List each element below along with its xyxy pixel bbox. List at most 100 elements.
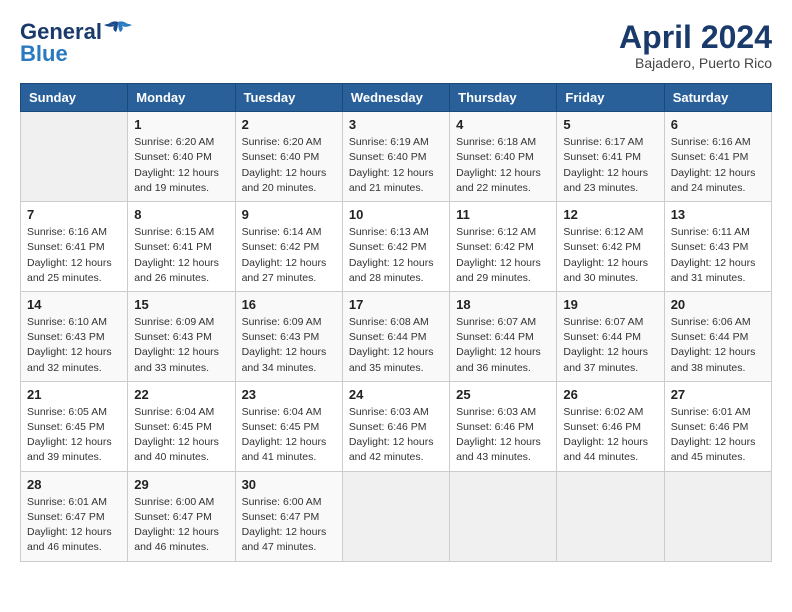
calendar-cell: 4 Sunrise: 6:18 AM Sunset: 6:40 PM Daylig… xyxy=(450,112,557,202)
day-info: Sunrise: 6:04 AM Sunset: 6:45 PM Dayligh… xyxy=(242,405,336,466)
day-number: 8 xyxy=(134,207,228,222)
day-info: Sunrise: 6:16 AM Sunset: 6:41 PM Dayligh… xyxy=(27,225,121,286)
day-number: 22 xyxy=(134,387,228,402)
calendar-table: SundayMondayTuesdayWednesdayThursdayFrid… xyxy=(20,83,772,561)
week-row-4: 21 Sunrise: 6:05 AM Sunset: 6:45 PM Dayli… xyxy=(21,381,772,471)
day-number: 29 xyxy=(134,477,228,492)
calendar-title: April 2024 xyxy=(619,20,772,55)
day-number: 5 xyxy=(563,117,657,132)
day-number: 25 xyxy=(456,387,550,402)
calendar-cell: 19Sunrise: 6:07 AM Sunset: 6:44 PM Dayli… xyxy=(557,291,664,381)
calendar-cell: 1Sunrise: 6:20 AM Sunset: 6:40 PM Daylig… xyxy=(128,112,235,202)
day-number: 23 xyxy=(242,387,336,402)
week-row-5: 28 Sunrise: 6:01 AM Sunset: 6:47 PM Dayli… xyxy=(21,471,772,561)
day-number: 4 xyxy=(456,117,550,132)
day-header-monday: Monday xyxy=(128,84,235,112)
day-number: 7 xyxy=(27,207,121,222)
day-info: Sunrise: 6:06 AM Sunset: 6:44 PM Dayligh… xyxy=(671,315,765,376)
day-info: Sunrise: 6:12 AM Sunset: 6:42 PM Dayligh… xyxy=(563,225,657,286)
calendar-cell: 12 Sunrise: 6:12 AM Sunset: 6:42 PM Dayli… xyxy=(557,202,664,292)
day-info: Sunrise: 6:03 AM Sunset: 6:46 PM Dayligh… xyxy=(456,405,550,466)
day-info: Sunrise: 6:12 AM Sunset: 6:42 PM Dayligh… xyxy=(456,225,550,286)
logo-bird-icon xyxy=(104,20,132,40)
week-row-3: 14 Sunrise: 6:10 AM Sunset: 6:43 PM Dayli… xyxy=(21,291,772,381)
calendar-cell: 15 Sunrise: 6:09 AM Sunset: 6:43 PM Dayli… xyxy=(128,291,235,381)
day-info: Sunrise: 6:00 AM Sunset: 6:47 PM Dayligh… xyxy=(134,495,228,556)
day-info: Sunrise: 6:01 AM Sunset: 6:47 PM Dayligh… xyxy=(27,495,121,556)
day-number: 2 xyxy=(242,117,336,132)
day-number: 16 xyxy=(242,297,336,312)
day-number: 30 xyxy=(242,477,336,492)
calendar-cell: 21 Sunrise: 6:05 AM Sunset: 6:45 PM Dayli… xyxy=(21,381,128,471)
day-info: Sunrise: 6:20 AM Sunset: 6:40 PM Dayligh… xyxy=(242,135,336,196)
day-number: 13 xyxy=(671,207,765,222)
day-info: Sunrise: 6:17 AM Sunset: 6:41 PM Dayligh… xyxy=(563,135,657,196)
day-info: Sunrise: 6:09 AM Sunset: 6:43 PM Dayligh… xyxy=(242,315,336,376)
calendar-cell: 14 Sunrise: 6:10 AM Sunset: 6:43 PM Dayli… xyxy=(21,291,128,381)
calendar-cell xyxy=(342,471,449,561)
calendar-cell: 20 Sunrise: 6:06 AM Sunset: 6:44 PM Dayli… xyxy=(664,291,771,381)
day-number: 20 xyxy=(671,297,765,312)
day-number: 12 xyxy=(563,207,657,222)
calendar-cell: 16 Sunrise: 6:09 AM Sunset: 6:43 PM Dayli… xyxy=(235,291,342,381)
day-number: 15 xyxy=(134,297,228,312)
day-info: Sunrise: 6:10 AM Sunset: 6:43 PM Dayligh… xyxy=(27,315,121,376)
day-header-wednesday: Wednesday xyxy=(342,84,449,112)
day-number: 11 xyxy=(456,207,550,222)
week-row-2: 7 Sunrise: 6:16 AM Sunset: 6:41 PM Daylig… xyxy=(21,202,772,292)
day-info: Sunrise: 6:02 AM Sunset: 6:46 PM Dayligh… xyxy=(563,405,657,466)
calendar-cell: 26 Sunrise: 6:02 AM Sunset: 6:46 PM Dayli… xyxy=(557,381,664,471)
day-number: 21 xyxy=(27,387,121,402)
day-number: 28 xyxy=(27,477,121,492)
day-number: 14 xyxy=(27,297,121,312)
day-number: 3 xyxy=(349,117,443,132)
calendar-cell: 28 Sunrise: 6:01 AM Sunset: 6:47 PM Dayli… xyxy=(21,471,128,561)
day-info: Sunrise: 6:09 AM Sunset: 6:43 PM Dayligh… xyxy=(134,315,228,376)
calendar-cell: 2 Sunrise: 6:20 AM Sunset: 6:40 PM Daylig… xyxy=(235,112,342,202)
day-number: 26 xyxy=(563,387,657,402)
header-row: SundayMondayTuesdayWednesdayThursdayFrid… xyxy=(21,84,772,112)
day-header-friday: Friday xyxy=(557,84,664,112)
calendar-cell: 27 Sunrise: 6:01 AM Sunset: 6:46 PM Dayli… xyxy=(664,381,771,471)
day-info: Sunrise: 6:18 AM Sunset: 6:40 PM Dayligh… xyxy=(456,135,550,196)
day-info: Sunrise: 6:15 AM Sunset: 6:41 PM Dayligh… xyxy=(134,225,228,286)
day-number: 18 xyxy=(456,297,550,312)
calendar-cell: 18Sunrise: 6:07 AM Sunset: 6:44 PM Dayli… xyxy=(450,291,557,381)
calendar-cell xyxy=(21,112,128,202)
title-area: April 2024 Bajadero, Puerto Rico xyxy=(619,20,772,71)
calendar-cell: 6Sunrise: 6:16 AM Sunset: 6:41 PM Daylig… xyxy=(664,112,771,202)
logo-blue-text: Blue xyxy=(20,41,68,66)
day-info: Sunrise: 6:14 AM Sunset: 6:42 PM Dayligh… xyxy=(242,225,336,286)
day-info: Sunrise: 6:01 AM Sunset: 6:46 PM Dayligh… xyxy=(671,405,765,466)
calendar-cell: 17Sunrise: 6:08 AM Sunset: 6:44 PM Dayli… xyxy=(342,291,449,381)
day-info: Sunrise: 6:05 AM Sunset: 6:45 PM Dayligh… xyxy=(27,405,121,466)
day-header-tuesday: Tuesday xyxy=(235,84,342,112)
calendar-cell xyxy=(450,471,557,561)
day-info: Sunrise: 6:19 AM Sunset: 6:40 PM Dayligh… xyxy=(349,135,443,196)
calendar-cell: 22 Sunrise: 6:04 AM Sunset: 6:45 PM Dayli… xyxy=(128,381,235,471)
day-number: 27 xyxy=(671,387,765,402)
calendar-cell: 10 Sunrise: 6:13 AM Sunset: 6:42 PM Dayli… xyxy=(342,202,449,292)
day-header-saturday: Saturday xyxy=(664,84,771,112)
calendar-cell: 8 Sunrise: 6:15 AM Sunset: 6:41 PM Daylig… xyxy=(128,202,235,292)
calendar-cell: 3 Sunrise: 6:19 AM Sunset: 6:40 PM Daylig… xyxy=(342,112,449,202)
calendar-cell: 30 Sunrise: 6:00 AM Sunset: 6:47 PM Dayli… xyxy=(235,471,342,561)
day-info: Sunrise: 6:08 AM Sunset: 6:44 PM Dayligh… xyxy=(349,315,443,376)
day-header-sunday: Sunday xyxy=(21,84,128,112)
day-info: Sunrise: 6:03 AM Sunset: 6:46 PM Dayligh… xyxy=(349,405,443,466)
day-number: 9 xyxy=(242,207,336,222)
day-info: Sunrise: 6:13 AM Sunset: 6:42 PM Dayligh… xyxy=(349,225,443,286)
day-info: Sunrise: 6:04 AM Sunset: 6:45 PM Dayligh… xyxy=(134,405,228,466)
header: General Blue April 2024 Bajadero, Puerto… xyxy=(20,20,772,71)
calendar-cell: 11 Sunrise: 6:12 AM Sunset: 6:42 PM Dayli… xyxy=(450,202,557,292)
day-header-thursday: Thursday xyxy=(450,84,557,112)
calendar-cell xyxy=(557,471,664,561)
day-info: Sunrise: 6:00 AM Sunset: 6:47 PM Dayligh… xyxy=(242,495,336,556)
week-row-1: 1 Sunrise: 6:20 AM Sunset: 6:40 PM Daylig… xyxy=(21,112,772,202)
day-number: 1 xyxy=(134,117,228,132)
calendar-cell: 5 Sunrise: 6:17 AM Sunset: 6:41 PM Daylig… xyxy=(557,112,664,202)
calendar-cell: 29 Sunrise: 6:00 AM Sunset: 6:47 PM Dayli… xyxy=(128,471,235,561)
calendar-cell xyxy=(664,471,771,561)
day-number: 10 xyxy=(349,207,443,222)
calendar-cell: 13Sunrise: 6:11 AM Sunset: 6:43 PM Dayli… xyxy=(664,202,771,292)
